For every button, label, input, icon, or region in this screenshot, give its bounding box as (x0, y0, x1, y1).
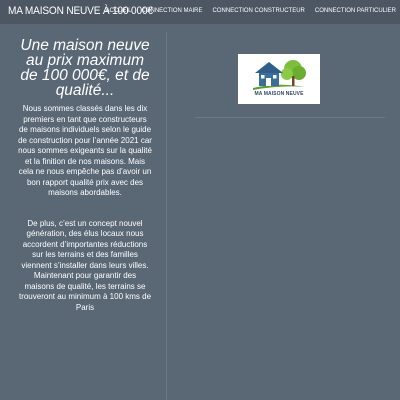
nav-connection-particulier[interactable]: CONNECTION PARTICULIER (315, 8, 396, 14)
concept-paragraph: De plus, c’est un concept nouvel générat… (18, 218, 152, 312)
column-divider (166, 32, 167, 400)
nav-connection-constructeur[interactable]: CONNECTION CONSTRUCTEUR (213, 8, 305, 14)
house-tree-icon (253, 60, 306, 90)
nav-connection-maire[interactable]: CONNECTION MAIRE (142, 8, 203, 14)
main-content: Une maison neuve au prix maximum de 100 … (18, 38, 152, 313)
page-headline: Une maison neuve au prix maximum de 100 … (20, 37, 150, 99)
nav-accueil[interactable]: ACCUEIL (106, 8, 132, 14)
main-nav: ACCUEIL CONNECTION MAIRE CONNECTION CONS… (106, 8, 397, 14)
site-logo[interactable]: MA MAISON NEUVE (238, 54, 320, 104)
top-navigation-bar: MA MAISON NEUVE À 100 000€ ACCUEIL CONNE… (0, 0, 400, 24)
logo-text: MA MAISON NEUVE (254, 91, 304, 97)
intro-paragraph: Nous sommes classés dans les dix premier… (18, 104, 152, 197)
sidebar-divider (195, 117, 385, 118)
